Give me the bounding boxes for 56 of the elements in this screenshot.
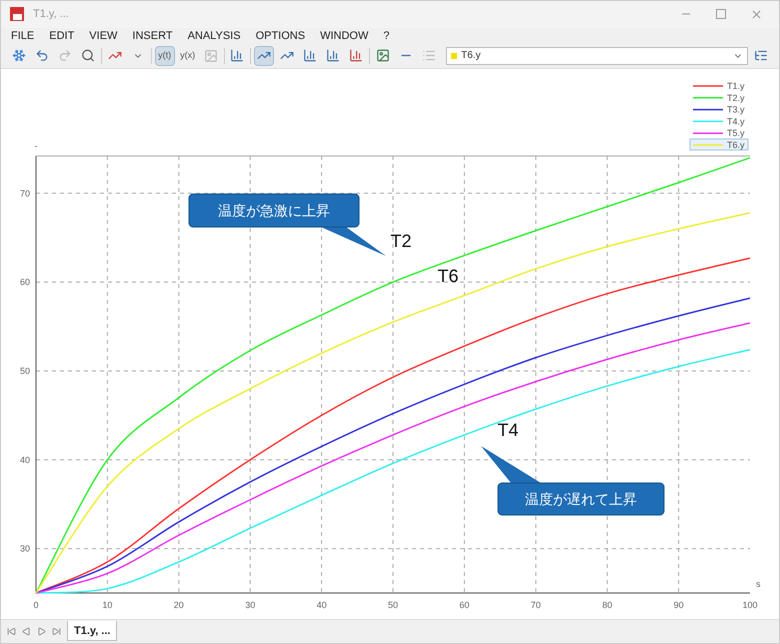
legend-item[interactable]: T4.y bbox=[693, 116, 745, 126]
legend-label: T6.y bbox=[727, 140, 746, 150]
curve-label: T6 bbox=[438, 266, 458, 286]
axis-tick-label: 100 bbox=[742, 600, 758, 610]
axis-tick-label: 10 bbox=[102, 600, 112, 610]
sheet-tab[interactable]: T1.y, ... bbox=[67, 621, 118, 642]
axis-tick-label: 0 bbox=[34, 600, 38, 610]
legend-item[interactable]: T6.y bbox=[690, 138, 748, 150]
axis-tick-label: 60 bbox=[20, 277, 30, 288]
axis-tick-label: 40 bbox=[316, 600, 327, 610]
axis-tick-label: 40 bbox=[20, 454, 30, 465]
variable-select[interactable]: T6.y bbox=[446, 46, 748, 65]
legend-label: T5.y bbox=[727, 128, 746, 138]
legend-item[interactable]: T2.y bbox=[693, 92, 745, 103]
first-page-icon[interactable] bbox=[7, 626, 16, 636]
menu-item[interactable]: WINDOW bbox=[320, 28, 368, 44]
callout: 温度が急激に上昇 bbox=[188, 193, 386, 256]
plot-mode-button[interactable]: y(x) bbox=[178, 46, 198, 66]
maximize-button[interactable] bbox=[716, 9, 726, 20]
axis-tick-label: 50 bbox=[20, 366, 30, 376]
legend-label: T1.y bbox=[727, 80, 746, 91]
menu-item[interactable]: ? bbox=[383, 28, 390, 44]
y-axis-label: - bbox=[34, 140, 38, 151]
axis-tick-label: 30 bbox=[245, 600, 256, 610]
menu-item[interactable]: FILE bbox=[11, 28, 34, 44]
callout: 温度が遅れて上昇 bbox=[481, 446, 664, 516]
axis-tick-label: 60 bbox=[459, 600, 470, 610]
axis-tick-label: 70 bbox=[20, 188, 30, 198]
legend-item[interactable]: T3.y bbox=[693, 104, 745, 115]
axis-tick-label: 20 bbox=[174, 600, 184, 610]
menu-item[interactable]: ANALYSIS bbox=[188, 28, 241, 44]
menu-item[interactable]: OPTIONS bbox=[256, 28, 306, 44]
next-page-icon[interactable] bbox=[37, 626, 46, 636]
axis-tick-label: 30 bbox=[20, 544, 30, 554]
last-page-icon[interactable] bbox=[52, 626, 61, 636]
menu-item[interactable]: EDIT bbox=[49, 28, 74, 44]
x-axis-label: s bbox=[756, 578, 760, 589]
legend-label: T2.y bbox=[727, 92, 746, 103]
legend-label: T4.y bbox=[727, 116, 746, 126]
plot-mode-button[interactable]: y(t) bbox=[154, 46, 175, 66]
app-logo-icon bbox=[9, 6, 25, 22]
previous-page-icon[interactable] bbox=[22, 626, 31, 636]
window-title: T1.y, ... bbox=[33, 7, 69, 22]
legend-item[interactable]: T1.y bbox=[693, 80, 745, 91]
legend-item[interactable]: T5.y bbox=[693, 128, 745, 138]
axis-tick-label: 70 bbox=[530, 600, 541, 610]
plot-style-icon[interactable] bbox=[254, 46, 274, 66]
menu-item[interactable]: VIEW bbox=[89, 28, 118, 44]
legend-label: T3.y bbox=[727, 104, 746, 115]
axis-tick-label: 50 bbox=[388, 600, 398, 610]
axis-tick-label: 80 bbox=[602, 600, 612, 610]
curve-label: T2 bbox=[390, 230, 412, 251]
axis-tick-label: 90 bbox=[674, 600, 684, 610]
close-button[interactable] bbox=[750, 8, 763, 21]
menu-item[interactable]: INSERT bbox=[132, 28, 173, 44]
curve-label: T4 bbox=[498, 420, 518, 440]
